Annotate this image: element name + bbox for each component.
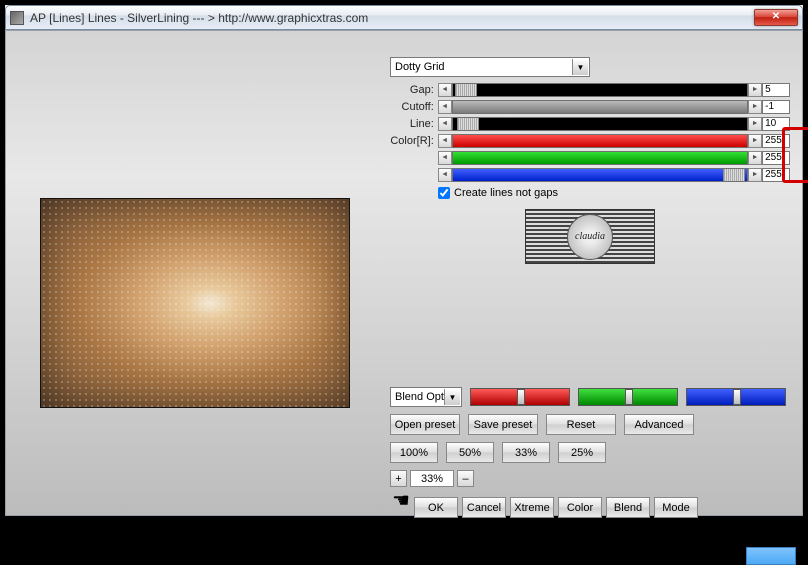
gap-right-arrow-icon[interactable]: ► [748, 83, 762, 97]
blend-r-slider[interactable] [470, 388, 570, 406]
zoom-50-button[interactable]: 50% [446, 442, 494, 463]
cutoff-value[interactable]: -1 [762, 100, 790, 114]
zoom-25-button[interactable]: 25% [558, 442, 606, 463]
line-value[interactable]: 10 [762, 117, 790, 131]
blend-b-slider[interactable] [686, 388, 786, 406]
cancel-button[interactable]: Cancel [462, 497, 506, 518]
color-r-label: Color[R]: [390, 135, 438, 147]
color-g-slider[interactable] [452, 151, 748, 165]
pointer-hand-icon: ☛ [392, 488, 410, 513]
line-label: Line: [390, 118, 438, 130]
vendor-logo: claudia [525, 209, 655, 264]
open-preset-button[interactable]: Open preset [390, 414, 460, 435]
create-lines-checkbox-row: Create lines not gaps [438, 187, 790, 199]
titlebar[interactable]: AP [Lines] Lines - SilverLining --- > ht… [5, 5, 803, 30]
color-r-value[interactable]: 255 [762, 134, 790, 148]
ok-button[interactable]: OK [414, 497, 458, 518]
controls-panel: Dotty Grid ▼ Gap: ◄ ► 5 Cutoff: ◄ ► -1 [390, 57, 790, 264]
slider-knob[interactable] [517, 389, 525, 405]
dotty-overlay [41, 199, 349, 407]
mode-button[interactable]: Mode [654, 497, 698, 518]
color-b-value[interactable]: 255 [762, 168, 790, 182]
save-preset-button[interactable]: Save preset [468, 414, 538, 435]
plugin-window: AP [Lines] Lines - SilverLining --- > ht… [0, 0, 808, 521]
gap-value[interactable]: 5 [762, 83, 790, 97]
g-right-arrow-icon[interactable]: ► [748, 151, 762, 165]
preset-dropdown[interactable]: Dotty Grid ▼ [390, 57, 590, 77]
zoom-in-button[interactable]: + [390, 470, 407, 487]
create-lines-label: Create lines not gaps [454, 187, 558, 199]
b-left-arrow-icon[interactable]: ◄ [438, 168, 452, 182]
slider-thumb[interactable] [457, 118, 479, 130]
r-right-arrow-icon[interactable]: ► [748, 134, 762, 148]
zoom-out-button[interactable]: – [457, 470, 474, 487]
cutoff-slider[interactable] [452, 100, 748, 114]
slider-knob[interactable] [733, 389, 741, 405]
app-icon [10, 11, 24, 25]
zoom-100-button[interactable]: 100% [390, 442, 438, 463]
line-right-arrow-icon[interactable]: ► [748, 117, 762, 131]
b-right-arrow-icon[interactable]: ► [748, 168, 762, 182]
advanced-button[interactable]: Advanced [624, 414, 694, 435]
zoom-33-button[interactable]: 33% [502, 442, 550, 463]
bottom-controls: Blend Opti ▼ Open preset Save preset Res… [390, 387, 800, 518]
chevron-down-icon: ▼ [444, 389, 460, 405]
blend-g-slider[interactable] [578, 388, 678, 406]
zoom-value[interactable]: 33% [410, 470, 454, 487]
preset-selected: Dotty Grid [395, 61, 445, 73]
cutoff-right-arrow-icon[interactable]: ► [748, 100, 762, 114]
cutoff-left-arrow-icon[interactable]: ◄ [438, 100, 452, 114]
blend-mode-selected: Blend Opti [395, 391, 446, 403]
line-left-arrow-icon[interactable]: ◄ [438, 117, 452, 131]
create-lines-checkbox[interactable] [438, 187, 450, 199]
sliders-group: Gap: ◄ ► 5 Cutoff: ◄ ► -1 Line: ◄ [390, 81, 790, 183]
color-swatch[interactable] [746, 547, 796, 565]
window-title: AP [Lines] Lines - SilverLining --- > ht… [30, 11, 754, 25]
r-left-arrow-icon[interactable]: ◄ [438, 134, 452, 148]
color-g-value[interactable]: 255 [762, 151, 790, 165]
close-button[interactable]: ✕ [754, 9, 798, 26]
gap-slider[interactable] [452, 83, 748, 97]
color-button[interactable]: Color [558, 497, 602, 518]
blend-button[interactable]: Blend [606, 497, 650, 518]
slider-knob[interactable] [625, 389, 633, 405]
color-r-slider[interactable] [452, 134, 748, 148]
cutoff-label: Cutoff: [390, 101, 438, 113]
chevron-down-icon: ▼ [572, 59, 588, 75]
logo-badge: claudia [567, 214, 613, 260]
xtreme-button[interactable]: Xtreme [510, 497, 554, 518]
slider-thumb[interactable] [455, 84, 477, 96]
gap-label: Gap: [390, 84, 438, 96]
blend-mode-dropdown[interactable]: Blend Opti ▼ [390, 387, 462, 407]
slider-thumb[interactable] [723, 169, 745, 181]
preview-image [40, 198, 350, 408]
color-b-slider[interactable] [452, 168, 748, 182]
line-slider[interactable] [452, 117, 748, 131]
gap-left-arrow-icon[interactable]: ◄ [438, 83, 452, 97]
client-area: Dotty Grid ▼ Gap: ◄ ► 5 Cutoff: ◄ ► -1 [5, 30, 803, 516]
g-left-arrow-icon[interactable]: ◄ [438, 151, 452, 165]
reset-button[interactable]: Reset [546, 414, 616, 435]
logo-text: claudia [575, 231, 605, 242]
